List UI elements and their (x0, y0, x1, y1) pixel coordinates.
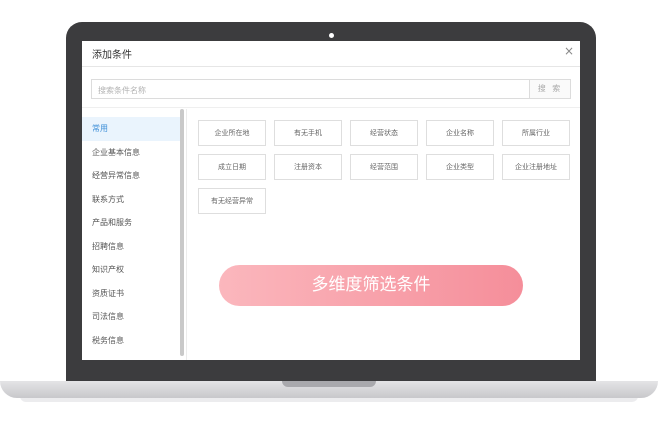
search-button[interactable]: 搜 索 (529, 80, 570, 98)
sidebar-item-judicial[interactable]: 司法信息 (82, 305, 182, 329)
sidebar-item-common[interactable]: 常用 (82, 117, 182, 141)
sidebar-item-tax[interactable]: 税务信息 (82, 329, 182, 353)
option-founding-date[interactable]: 成立日期 (198, 154, 266, 180)
sidebar-scrollbar[interactable] (180, 109, 184, 356)
sidebar-item-contact[interactable]: 联系方式 (82, 188, 182, 212)
sidebar-item-abnormal-info[interactable]: 经营异常信息 (82, 164, 182, 188)
category-sidebar: 常用 企业基本信息 经营异常信息 联系方式 产品和服务 招聘信息 知识产权 资质… (82, 117, 182, 360)
option-business-status[interactable]: 经营状态 (350, 120, 418, 146)
sidebar-item-basic-info[interactable]: 企业基本信息 (82, 141, 182, 165)
add-condition-dialog: 添加条件 × 搜 索 常用 企业基本信息 经营异常信息 联系方式 产品和服务 招… (82, 41, 580, 360)
search-bar: 搜 索 (91, 79, 571, 100)
close-icon[interactable]: × (564, 44, 574, 58)
option-registered-capital[interactable]: 注册资本 (274, 154, 342, 180)
option-business-scope[interactable]: 经营范围 (350, 154, 418, 180)
dialog-title: 添加条件 (92, 50, 132, 61)
option-registered-address[interactable]: 企业注册地址 (502, 154, 570, 180)
option-location[interactable]: 企业所在地 (198, 120, 266, 146)
laptop-notch (282, 381, 376, 387)
multi-dimension-filter-banner: 多维度筛选条件 (219, 265, 523, 306)
title-divider (82, 66, 580, 67)
option-company-name[interactable]: 企业名称 (426, 120, 494, 146)
sidebar-divider (186, 109, 187, 360)
option-industry[interactable]: 所属行业 (502, 120, 570, 146)
sidebar-item-products[interactable]: 产品和服务 (82, 211, 182, 235)
sidebar-item-recruitment[interactable]: 招聘信息 (82, 235, 182, 259)
sidebar-item-ip[interactable]: 知识产权 (82, 258, 182, 282)
option-company-type[interactable]: 企业类型 (426, 154, 494, 180)
camera-dot (329, 33, 334, 38)
option-abnormal-operation[interactable]: 有无经营异常 (198, 188, 266, 214)
option-has-mobile[interactable]: 有无手机 (274, 120, 342, 146)
sidebar-item-certificates[interactable]: 资质证书 (82, 282, 182, 306)
search-divider (82, 107, 580, 108)
search-input[interactable] (92, 80, 540, 100)
